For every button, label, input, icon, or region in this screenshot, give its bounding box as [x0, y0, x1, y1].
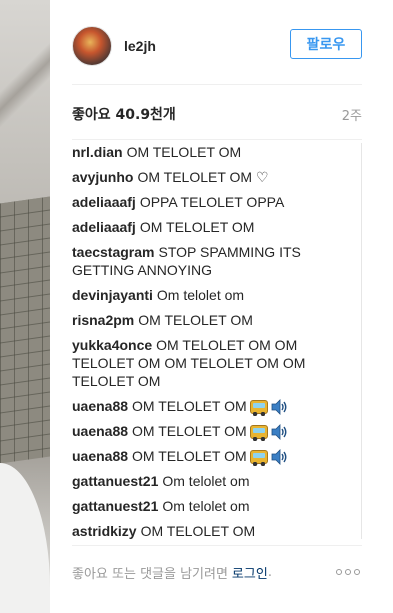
emoji-group: [249, 449, 288, 466]
photo-tiled-wall: [0, 196, 50, 464]
photo-white-area: [0, 463, 50, 613]
photo-beam: [0, 40, 50, 130]
username[interactable]: le2jh: [124, 38, 156, 54]
comment-author[interactable]: gattanuest21: [72, 473, 158, 489]
comment-text: Om telolet om: [156, 287, 245, 303]
comment-author[interactable]: avyjunho: [72, 169, 133, 185]
comment-author[interactable]: uaena88: [72, 398, 128, 414]
comments-divider: [72, 545, 362, 546]
speaker-emoji-icon: [271, 449, 287, 465]
comment-author[interactable]: taecstagram: [72, 244, 155, 260]
comment-author[interactable]: devinjayanti: [72, 287, 153, 303]
comment-author[interactable]: yukka4once: [72, 337, 152, 353]
comment-item: adeliaaafj OPPA TELOLET OPPA: [72, 193, 361, 211]
login-link[interactable]: 로그인: [232, 563, 268, 582]
comment-item: nrl.dian OM TELOLET OM: [72, 143, 361, 161]
comment-author[interactable]: uaena88: [72, 448, 128, 464]
comment-item: risna2pm OM TELOLET OM: [72, 311, 361, 329]
comments-list[interactable]: nrl.dian OM TELOLET OM avyjunho OM TELOLET …: [72, 143, 362, 539]
emoji-group: [249, 399, 288, 416]
comment-text: OM TELOLET OM: [126, 144, 242, 160]
comment-item: uaena88 OM TELOLET OM: [72, 422, 361, 441]
comment-text: OPPA TELOLET OPPA: [139, 194, 285, 210]
comment-text: OM TELOLET OM: [132, 423, 247, 439]
comment-author[interactable]: adeliaaafj: [72, 194, 136, 210]
comment-author[interactable]: adeliaaafj: [72, 219, 136, 235]
comment-author[interactable]: gattanuest21: [72, 498, 158, 514]
comment-text: OM TELOLET OM: [140, 523, 256, 539]
comment-item: gattanuest21 Om telolet om: [72, 472, 361, 490]
likes-divider: [72, 139, 362, 140]
likes-count[interactable]: 좋아요 40.9천개: [72, 104, 176, 124]
post-photo[interactable]: [0, 0, 50, 613]
avatar[interactable]: [72, 26, 112, 66]
bus-emoji-icon: [249, 425, 268, 441]
post-header: le2jh 팔로우: [72, 24, 362, 68]
speaker-emoji-icon: [271, 424, 287, 440]
footer-period: .: [267, 564, 272, 580]
comment-item: adeliaaafj OM TELOLET OM: [72, 218, 361, 236]
comment-text: OM TELOLET OM ♡: [137, 169, 269, 185]
comment-item: avyjunho OM TELOLET OM ♡: [72, 168, 361, 186]
post-age[interactable]: 2주: [342, 105, 362, 124]
comment-text: OM TELOLET OM: [132, 398, 247, 414]
speaker-emoji-icon: [271, 399, 287, 415]
comment-text: Om telolet om: [162, 473, 250, 489]
comment-text: OM TELOLET OM: [138, 312, 253, 328]
footer: 좋아요 또는 댓글을 남기려면 로그인.: [72, 560, 362, 584]
bus-emoji-icon: [249, 400, 268, 416]
footer-prompt: 좋아요 또는 댓글을 남기려면: [72, 566, 228, 582]
comment-author[interactable]: nrl.dian: [72, 144, 123, 160]
follow-button[interactable]: 팔로우: [290, 29, 362, 59]
comment-text: OM TELOLET OM: [132, 448, 247, 464]
emoji-group: [249, 424, 288, 441]
bus-emoji-icon: [249, 450, 268, 466]
more-options-icon[interactable]: [336, 566, 362, 578]
comment-item: taecstagram STOP SPAMMING ITS GETTING ANN…: [72, 243, 361, 279]
comment-item: yukka4once OM TELOLET OM OM TELOLET OM OM…: [72, 336, 361, 390]
comment-text: Om telolet om: [162, 498, 250, 514]
comment-author[interactable]: risna2pm: [72, 312, 134, 328]
header-divider: [72, 84, 362, 85]
comment-item: uaena88 OM TELOLET OM: [72, 397, 361, 416]
comment-item: gattanuest21 Om telolet om: [72, 497, 361, 515]
comment-text: OM TELOLET OM: [139, 219, 255, 235]
comment-item: uaena88 OM TELOLET OM: [72, 447, 361, 466]
comment-author[interactable]: astridkizy: [72, 523, 137, 539]
post-side-panel: le2jh 팔로우 좋아요 40.9천개 2주 nrl.dian OM TELOL…: [50, 0, 393, 613]
comment-item: astridkizy OM TELOLET OM: [72, 522, 361, 539]
comment-author[interactable]: uaena88: [72, 423, 128, 439]
likes-row: 좋아요 40.9천개 2주: [72, 104, 362, 124]
comment-item: devinjayanti Om telolet om: [72, 286, 361, 304]
